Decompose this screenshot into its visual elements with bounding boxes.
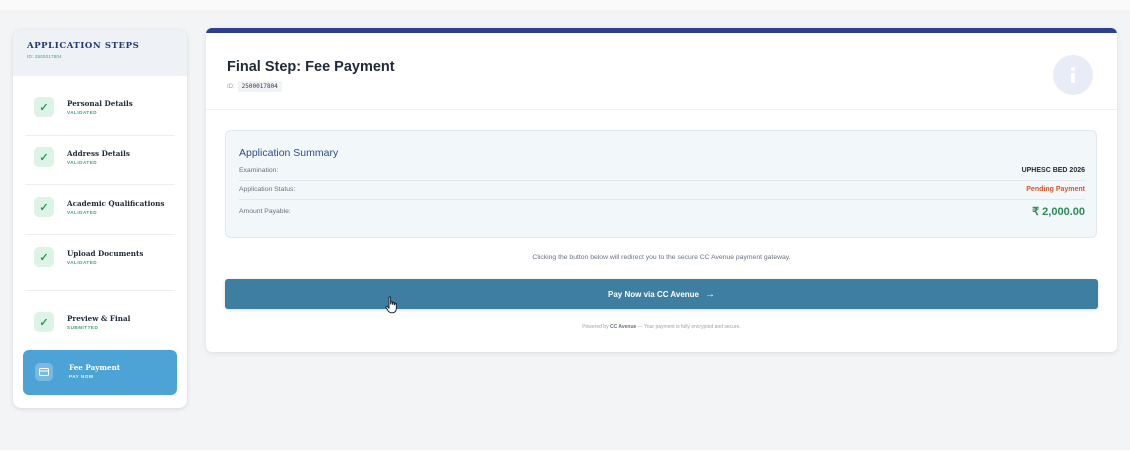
- step-fee-payment[interactable]: Fee Payment PAY NOW: [23, 350, 177, 395]
- summary-row-examination: Examination: UPHESC BED 2026: [239, 164, 1085, 181]
- card-header: Final Step: Fee Payment ID: 2500017804: [206, 33, 1117, 110]
- page-title: Final Step: Fee Payment: [227, 59, 395, 75]
- check-icon: ✓: [34, 97, 54, 117]
- sidebar-header: APPLICATION STEPS ID: 2500017804: [13, 30, 187, 76]
- sidebar-app-id: ID: 2500017804: [27, 54, 62, 59]
- sidebar-title: APPLICATION STEPS: [27, 41, 140, 51]
- info-icon: [1053, 55, 1093, 95]
- arrow-right-icon: →: [705, 288, 715, 300]
- card-icon: [35, 363, 53, 381]
- divider: [25, 135, 175, 136]
- step-name: Academic Qualifications: [67, 199, 165, 208]
- application-id: ID: 2500017804: [227, 81, 282, 92]
- step-status: VALIDATED: [67, 260, 98, 265]
- step-name: Preview & Final: [67, 314, 131, 323]
- redirect-notice: Clicking the button below will redirect …: [532, 254, 791, 261]
- footer-prefix: Powered by: [582, 324, 610, 330]
- hand-cursor-icon: [385, 296, 397, 314]
- pay-button-label: Pay Now via CC Avenue: [608, 289, 699, 299]
- divider: [25, 290, 175, 291]
- check-icon: ✓: [34, 247, 54, 267]
- check-icon: ✓: [34, 197, 54, 217]
- fee-payment-card: Final Step: Fee Payment ID: 2500017804 A…: [206, 28, 1117, 352]
- step-upload-documents[interactable]: ✓ Upload Documents VALIDATED: [13, 237, 187, 277]
- footer-brand: CC Avenue: [609, 324, 637, 330]
- step-name: Upload Documents: [67, 249, 144, 258]
- step-status: VALIDATED: [67, 110, 98, 115]
- id-value: 2500017804: [237, 81, 282, 92]
- step-name: Address Details: [67, 149, 130, 158]
- amount-value: ₹ 2,000.00: [1032, 206, 1085, 218]
- step-status: SUBMITTED: [67, 325, 99, 330]
- row-value: UPHESC BED 2026: [1021, 167, 1085, 174]
- row-label: Amount Payable:: [239, 208, 291, 215]
- summary-title: Application Summary: [239, 147, 339, 159]
- step-address-details[interactable]: ✓ Address Details VALIDATED: [13, 137, 187, 177]
- status-badge: Pending Payment: [1026, 186, 1085, 193]
- step-status: VALIDATED: [67, 160, 98, 165]
- summary-row-status: Application Status: Pending Payment: [239, 183, 1085, 200]
- step-status: PAY NOW: [69, 374, 94, 379]
- step-name: Personal Details: [67, 99, 133, 108]
- divider: [25, 184, 175, 185]
- security-note: Powered by CC Avenue — Your payment is f…: [206, 324, 1117, 330]
- check-icon: ✓: [34, 312, 54, 332]
- check-icon: ✓: [34, 147, 54, 167]
- row-label: Examination:: [239, 167, 279, 174]
- id-label: ID:: [227, 83, 235, 90]
- application-summary: Application Summary Examination: UPHESC …: [225, 130, 1097, 238]
- pay-now-button[interactable]: Pay Now via CC Avenue →: [225, 279, 1098, 309]
- divider: [25, 234, 175, 235]
- row-label: Application Status:: [239, 186, 296, 193]
- step-name: Fee Payment: [69, 363, 121, 372]
- step-academic-qualifications[interactable]: ✓ Academic Qualifications VALIDATED: [13, 187, 187, 227]
- step-preview-final[interactable]: ✓ Preview & Final SUBMITTED: [13, 302, 187, 342]
- top-strip: [0, 0, 1130, 10]
- footer-suffix: — Your payment is fully encrypted and se…: [636, 324, 741, 330]
- step-personal-details[interactable]: ✓ Personal Details VALIDATED: [13, 87, 187, 127]
- summary-row-amount: Amount Payable: ₹ 2,000.00: [239, 205, 1085, 222]
- step-status: VALIDATED: [67, 210, 98, 215]
- steps-sidebar: APPLICATION STEPS ID: 2500017804 ✓ Perso…: [13, 30, 187, 408]
